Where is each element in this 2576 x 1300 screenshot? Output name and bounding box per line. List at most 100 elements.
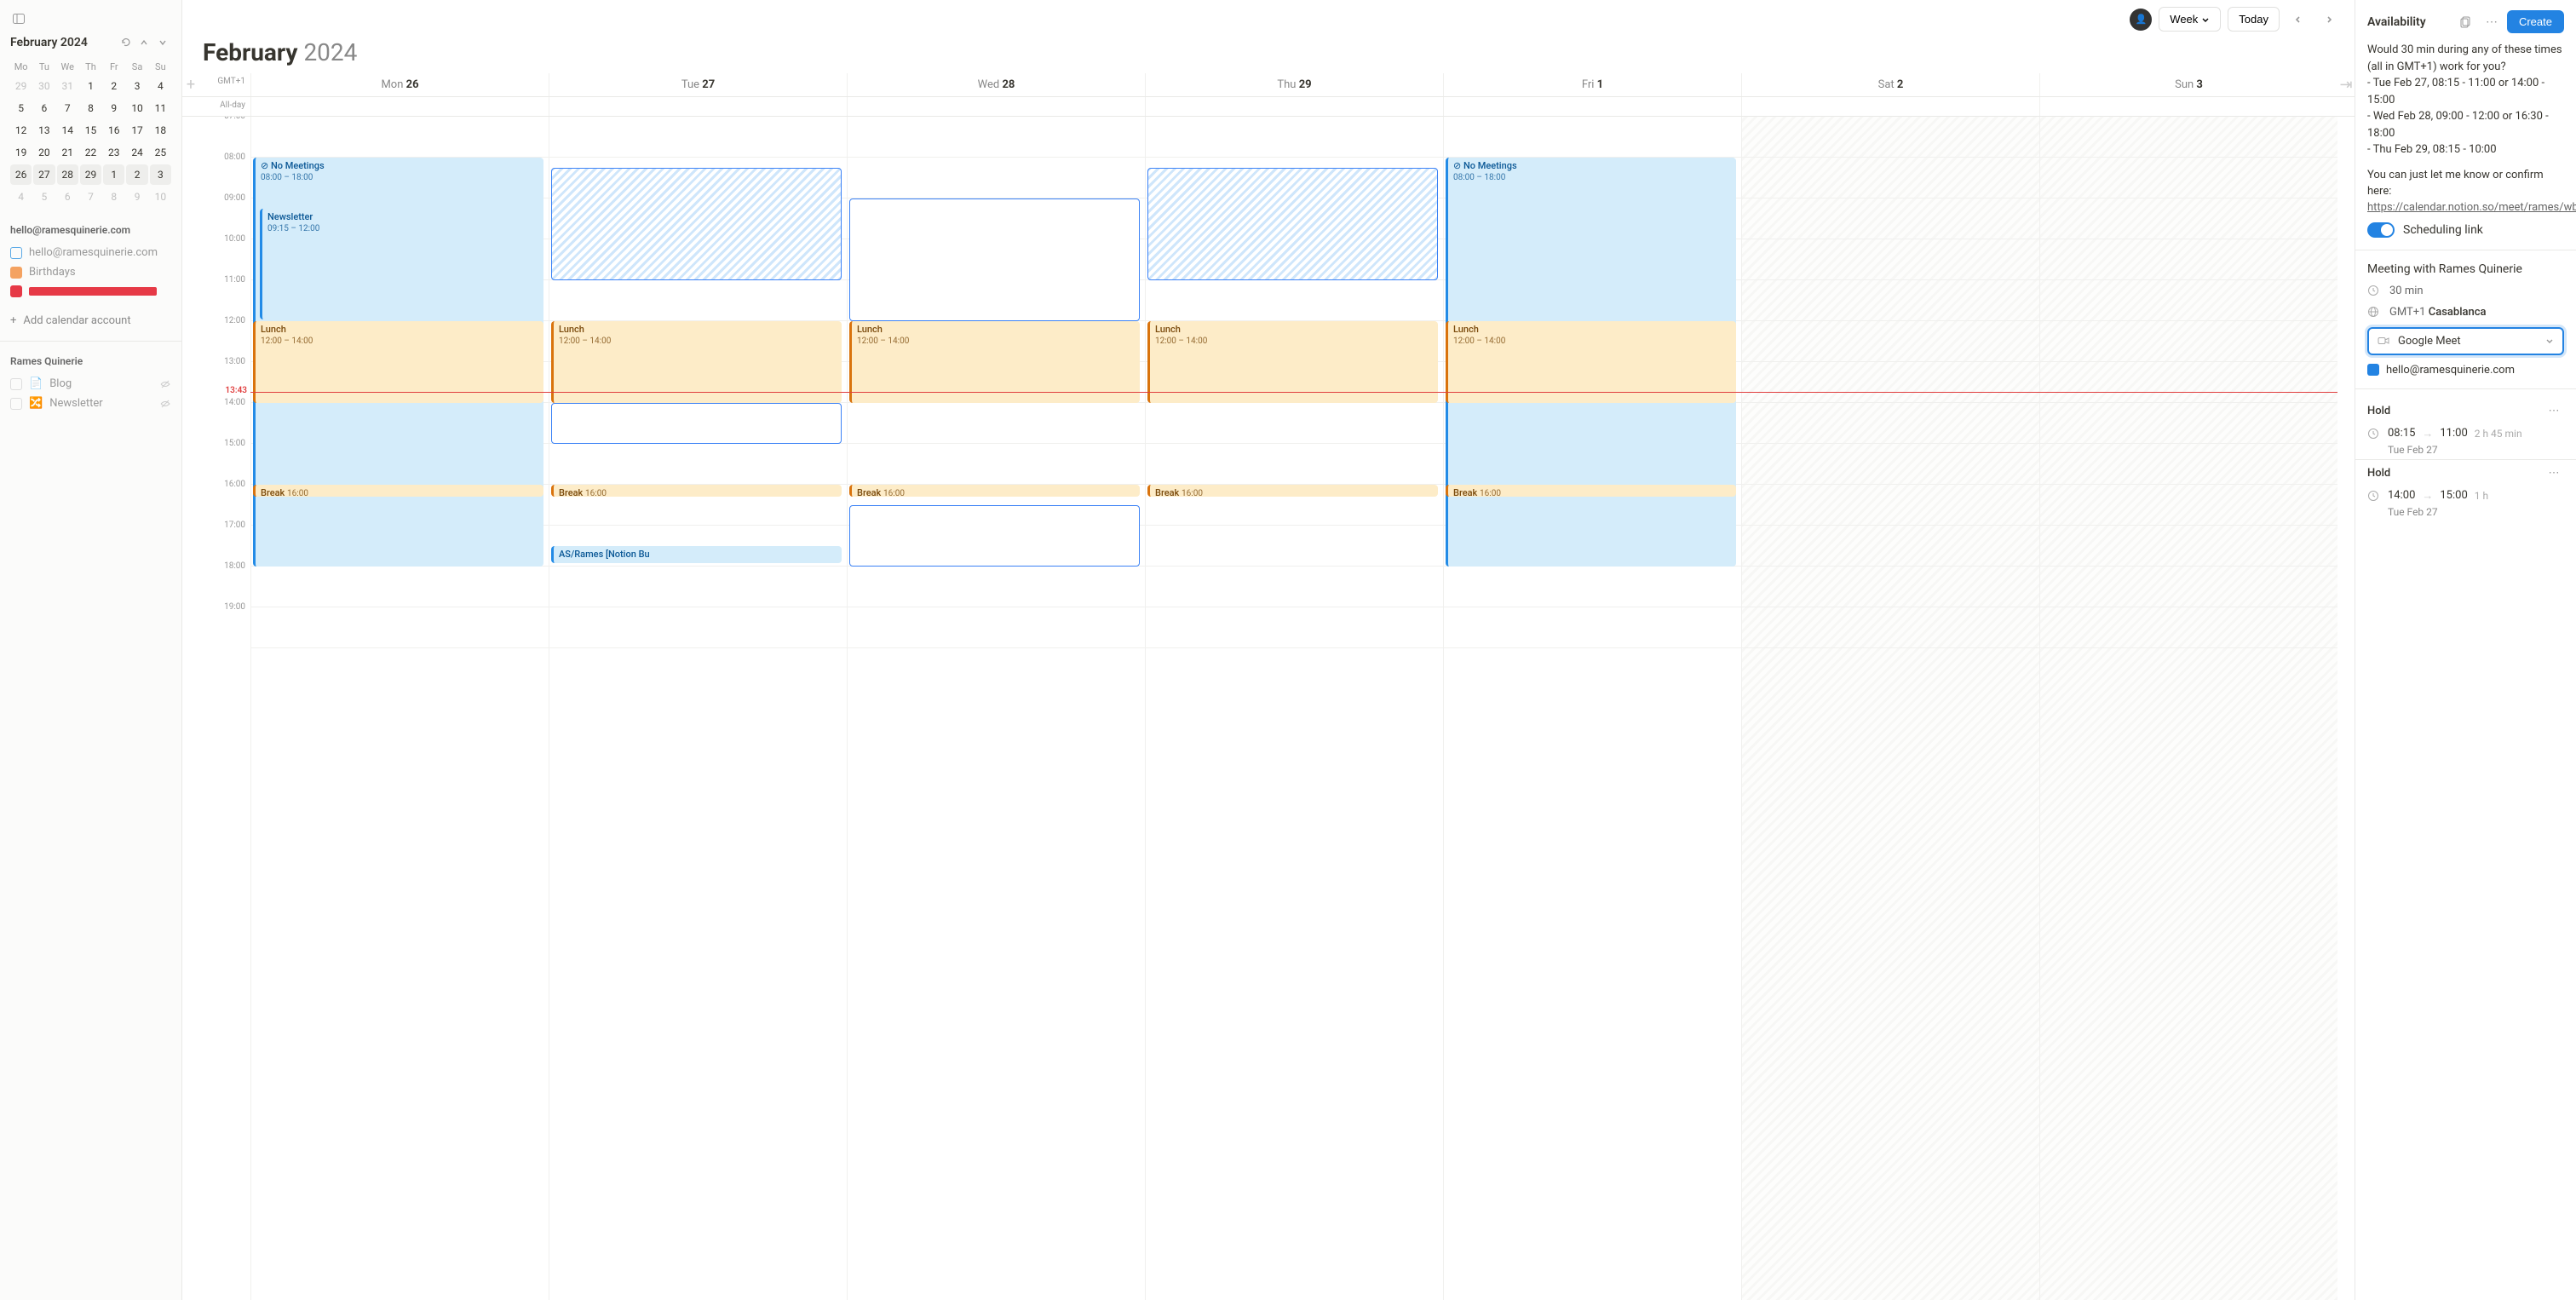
day-column[interactable]: Lunch12:00 – 14:00 Break 16:00 AS/Rames [N…	[549, 117, 847, 1300]
mini-cal-day[interactable]: 26	[10, 164, 32, 185]
mini-cal-day[interactable]: 25	[150, 142, 171, 163]
mini-cal-day[interactable]: 5	[33, 187, 55, 207]
mini-cal-day[interactable]: 3	[150, 164, 171, 185]
hold-end-time[interactable]: 11:00	[2440, 427, 2467, 440]
allday-cell[interactable]	[847, 97, 1145, 116]
mini-cal-day[interactable]: 8	[103, 187, 124, 207]
calendar-event[interactable]: Lunch12:00 – 14:00	[551, 321, 842, 403]
next-week-button[interactable]	[2317, 8, 2341, 32]
calendar-item[interactable]: Birthdays	[10, 262, 171, 282]
mini-cal-day[interactable]: 3	[126, 76, 147, 96]
day-column[interactable]: Lunch12:00 – 14:00 Break 16:00	[1145, 117, 1443, 1300]
calendar-item[interactable]: hello@ramesquinerie.com	[10, 243, 171, 262]
today-button[interactable]: Today	[2228, 7, 2280, 32]
mini-cal-day[interactable]: 2	[103, 76, 124, 96]
mini-cal-day[interactable]: 6	[33, 98, 55, 118]
mini-cal-day[interactable]: 29	[80, 164, 101, 185]
calendar-event[interactable]: Break 16:00	[849, 485, 1140, 497]
mini-cal-day[interactable]: 30	[33, 76, 55, 96]
mini-cal-day[interactable]: 4	[150, 76, 171, 96]
allday-cell[interactable]	[1145, 97, 1443, 116]
mini-cal-next-icon[interactable]	[154, 34, 171, 51]
mini-cal-day[interactable]: 17	[126, 120, 147, 141]
calendar-event[interactable]: AS/Rames [Notion Bu	[551, 546, 842, 563]
mini-cal-day[interactable]: 21	[57, 142, 78, 163]
mini-cal-day[interactable]: 28	[57, 164, 78, 185]
availability-slot[interactable]	[849, 198, 1140, 321]
mini-cal-day[interactable]: 9	[103, 98, 124, 118]
mini-cal-day[interactable]: 15	[80, 120, 101, 141]
mini-cal-day[interactable]: 13	[33, 120, 55, 141]
allday-cell[interactable]	[250, 97, 549, 116]
day-column[interactable]	[2039, 117, 2337, 1300]
prev-week-button[interactable]	[2286, 8, 2310, 32]
day-column[interactable]: Lunch12:00 – 14:00 Break 16:00	[847, 117, 1145, 1300]
mini-cal-day[interactable]: 8	[80, 98, 101, 118]
eye-off-icon[interactable]	[159, 398, 171, 410]
allday-cell[interactable]	[1443, 97, 1741, 116]
mini-cal-day[interactable]: 18	[150, 120, 171, 141]
mini-cal-day[interactable]: 27	[33, 164, 55, 185]
mini-cal-day[interactable]: 1	[80, 76, 101, 96]
availability-slot[interactable]	[1147, 168, 1438, 280]
expand-column-icon[interactable]: ⇥	[2337, 73, 2355, 96]
mini-cal-day[interactable]: 20	[33, 142, 55, 163]
allday-cell[interactable]	[1741, 97, 2039, 116]
create-button[interactable]: Create	[2507, 10, 2564, 33]
calendar-item-redacted[interactable]	[10, 282, 171, 301]
mini-cal-day[interactable]: 24	[126, 142, 147, 163]
workspace-item[interactable]: 🔀Newsletter	[0, 394, 181, 413]
hold-start-time[interactable]: 14:00	[2388, 489, 2415, 502]
scheduling-link[interactable]: https://calendar.notion.so/meet/rames/wb…	[2367, 201, 2576, 214]
mini-cal-day[interactable]: 5	[10, 98, 32, 118]
workspace-item[interactable]: 📄Blog	[0, 374, 181, 394]
calendar-event[interactable]: Lunch12:00 – 14:00	[253, 321, 543, 403]
mini-cal-day[interactable]: 14	[57, 120, 78, 141]
calendar-event[interactable]: Break 16:00	[551, 485, 842, 497]
mini-cal-day[interactable]: 1	[103, 164, 124, 185]
duration-field[interactable]: 30 min	[2367, 285, 2564, 297]
hold-more-icon[interactable]: ⋯	[2544, 401, 2564, 422]
mini-cal-day[interactable]: 9	[126, 187, 147, 207]
calendar-event[interactable]: Break 16:00	[253, 485, 543, 497]
allday-cell[interactable]	[2039, 97, 2337, 116]
availability-slot[interactable]	[551, 403, 842, 444]
host-email-row[interactable]: hello@ramesquinerie.com	[2367, 364, 2564, 377]
mini-cal-day[interactable]: 2	[126, 164, 147, 185]
mini-cal-day[interactable]: 4	[10, 187, 32, 207]
mini-cal-day[interactable]: 16	[103, 120, 124, 141]
mini-cal-day[interactable]: 11	[150, 98, 171, 118]
sidebar-collapse-button[interactable]	[10, 10, 27, 27]
availability-slot[interactable]	[551, 168, 842, 280]
availability-slot[interactable]	[849, 505, 1140, 567]
calendar-event[interactable]: Lunch12:00 – 14:00	[1147, 321, 1438, 403]
copy-icon[interactable]	[2456, 12, 2476, 32]
scheduling-link-toggle[interactable]	[2367, 222, 2395, 238]
mini-cal-day[interactable]: 10	[150, 187, 171, 207]
mini-cal-day[interactable]: 7	[80, 187, 101, 207]
eye-off-icon[interactable]	[159, 378, 171, 390]
hold-more-icon[interactable]: ⋯	[2544, 463, 2564, 484]
mini-cal-day[interactable]: 10	[126, 98, 147, 118]
day-column[interactable]	[1741, 117, 2039, 1300]
mini-cal-day[interactable]: 23	[103, 142, 124, 163]
calendar-event[interactable]: Lunch12:00 – 14:00	[849, 321, 1140, 403]
hold-start-time[interactable]: 08:15	[2388, 427, 2415, 440]
calendar-event[interactable]: Break 16:00	[1147, 485, 1438, 497]
timezone-field[interactable]: GMT+1 Casablanca	[2367, 306, 2564, 319]
mini-cal-day[interactable]: 7	[57, 98, 78, 118]
mini-cal-prev-icon[interactable]	[135, 34, 152, 51]
conferencing-select[interactable]: Google Meet	[2367, 327, 2564, 355]
calendar-event[interactable]: Lunch12:00 – 14:00	[1446, 321, 1736, 403]
hold-end-time[interactable]: 15:00	[2440, 489, 2467, 502]
mini-cal-day[interactable]: 29	[10, 76, 32, 96]
add-calendar-button[interactable]: + Add calendar account	[0, 308, 181, 334]
more-options-icon[interactable]: ⋯	[2481, 12, 2502, 32]
mini-cal-day[interactable]: 22	[80, 142, 101, 163]
mini-cal-day[interactable]: 6	[57, 187, 78, 207]
meeting-title-field[interactable]: Meeting with Rames Quinerie	[2367, 262, 2564, 276]
day-column[interactable]: ⊘ No Meetings08:00 – 18:00Newsletter09:1…	[250, 117, 549, 1300]
day-column[interactable]: ⊘ No Meetings08:00 – 18:00Lunch12:00 – 1…	[1443, 117, 1741, 1300]
mini-cal-day[interactable]: 12	[10, 120, 32, 141]
mini-cal-day[interactable]: 19	[10, 142, 32, 163]
